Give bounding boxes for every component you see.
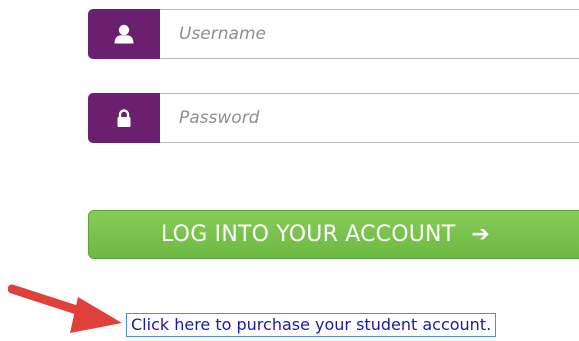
username-field [88,9,579,59]
password-input[interactable] [160,93,579,143]
lock-icon [88,93,160,143]
purchase-account-link[interactable]: Click here to purchase your student acco… [126,313,497,337]
username-input[interactable] [160,9,579,59]
user-icon [88,9,160,59]
log-in-button[interactable]: LOG INTO YOUR ACCOUNT ➔ [88,210,579,259]
login-page: LOG INTO YOUR ACCOUNT ➔ Click here to pu… [0,0,579,341]
password-field [88,93,579,143]
arrow-right-icon: ➔ [471,222,490,247]
red-arrow-icon [7,283,126,341]
log-in-button-label: LOG INTO YOUR ACCOUNT [161,222,456,247]
